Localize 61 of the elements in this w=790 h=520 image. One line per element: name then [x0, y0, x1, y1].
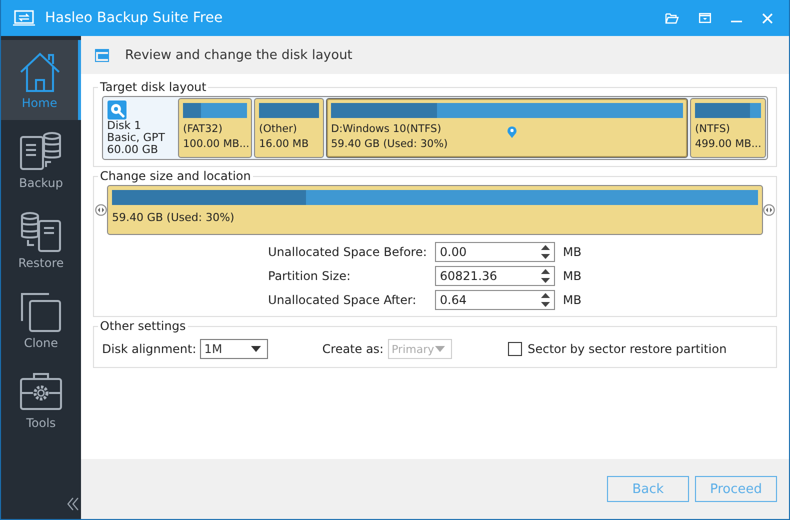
folder-icon[interactable] — [665, 12, 679, 24]
collapse-chevrons-icon[interactable] — [67, 497, 79, 511]
partition-label: (Other) — [259, 122, 298, 137]
toolbox-gear-icon — [20, 370, 62, 412]
disk-type: Basic, GPT — [107, 132, 166, 144]
checkbox[interactable] — [508, 342, 522, 356]
group-title: Target disk layout — [99, 80, 208, 94]
field-label: Unallocated Space Before: — [268, 245, 427, 259]
spin-arrows-icon[interactable] — [540, 268, 550, 284]
database-server-icon — [20, 210, 62, 252]
partition-block[interactable]: (NTFS) 499.00 MB... — [690, 98, 766, 158]
partition-block[interactable]: D:Windows 10(NTFS) 59.40 GB (Used: 30%) — [326, 98, 688, 158]
number-spin-field[interactable]: 0.64 — [434, 290, 555, 310]
group-title: Other settings — [99, 319, 187, 333]
partition-size: 16.00 MB — [259, 137, 309, 152]
page-title: Review and change the disk layout — [125, 48, 352, 62]
partition-size: 100.00 MB... — [183, 137, 250, 152]
server-database-icon — [20, 130, 62, 172]
field-label: Disk alignment: — [102, 342, 196, 356]
caret-icon — [434, 346, 445, 352]
resize-handle-icon[interactable] — [95, 204, 107, 216]
sidebar-item[interactable]: Tools — [1, 360, 81, 440]
location-pin-icon — [507, 126, 517, 138]
caret-icon — [251, 346, 262, 352]
partition-block[interactable]: (FAT32) 100.00 MB... — [178, 98, 252, 158]
sidebar-item[interactable]: Clone — [1, 280, 81, 360]
disk-search-icon — [107, 100, 127, 120]
partition-size: 499.00 MB... — [695, 137, 762, 152]
disk-name: Disk 1 — [107, 120, 142, 132]
group-title: Change size and location — [99, 169, 252, 183]
spin-arrows-icon[interactable] — [540, 244, 550, 260]
copy-icon — [20, 290, 62, 332]
field-label: Partition Size: — [268, 269, 352, 283]
partition-size: 59.40 GB (Used: 30%) — [331, 137, 448, 152]
close-icon[interactable] — [762, 12, 773, 24]
window-icon — [95, 48, 109, 62]
partition-block[interactable]: (Other) 16.00 MB — [254, 98, 324, 158]
alignment-dropdown[interactable]: 1M — [200, 339, 268, 359]
partition-block[interactable]: 59.40 GB (Used: 30%) — [107, 185, 763, 235]
number-spin-field[interactable]: 60821.36 — [434, 266, 555, 286]
disk-info[interactable]: Disk 1 Basic, GPT 60.00 GB — [104, 98, 176, 158]
partition-label: (FAT32) — [183, 122, 222, 137]
sector-checkbox[interactable]: Sector by sector restore partition — [508, 342, 727, 356]
field-label: Create as: — [322, 342, 384, 356]
disk-size: 60.00 GB — [107, 144, 160, 156]
dropdown-menu-icon[interactable] — [699, 13, 711, 23]
spin-arrows-icon[interactable] — [540, 292, 550, 308]
partition-label: (NTFS) — [695, 122, 730, 137]
resize-handle-icon[interactable] — [763, 204, 775, 216]
unit-label: MB — [562, 293, 582, 307]
sidebar-item[interactable]: Backup — [1, 120, 81, 200]
monitor-icon — [13, 10, 35, 26]
house-icon — [18, 50, 60, 92]
field-label: Unallocated Space After: — [268, 293, 418, 307]
unit-label: MB — [562, 245, 582, 259]
number-spin-field[interactable]: 0.00 — [434, 242, 555, 262]
partition-size: 59.40 GB (Used: 30%) — [112, 211, 234, 224]
sidebar-item[interactable]: Restore — [1, 200, 81, 280]
partition-label: D:Windows 10(NTFS) — [331, 122, 442, 137]
unit-label: MB — [562, 269, 582, 283]
window-title: Hasleo Backup Suite Free — [45, 10, 224, 26]
